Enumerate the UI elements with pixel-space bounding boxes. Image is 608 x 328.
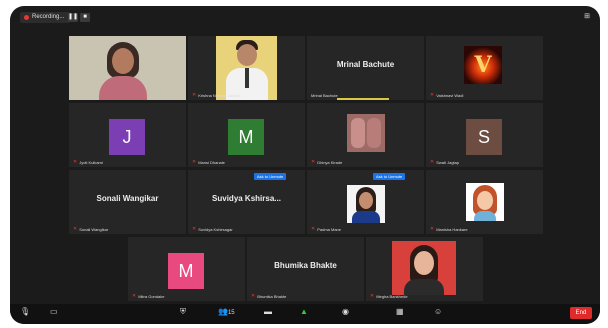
participant-display-name: Mrinal Bachute xyxy=(336,60,395,69)
grid-view-icon[interactable]: ⊞ xyxy=(584,12,590,20)
participant-name: ✕ Megha Bankhede xyxy=(370,293,408,299)
participant-tile[interactable]: ✕ Megha Bankhede xyxy=(366,237,483,301)
participant-name: ✕ Mansi Dhanale xyxy=(192,159,225,165)
participant-avatar xyxy=(466,183,504,221)
participant-avatar xyxy=(392,241,456,295)
participant-initial: S xyxy=(466,119,502,155)
participant-name: ✕ Vaishnavi Wadi xyxy=(430,92,464,98)
participant-avatar xyxy=(347,114,385,152)
breakout-rooms-icon[interactable]: ▦ xyxy=(396,307,404,316)
participant-name: ✕ Sonali Wangikar xyxy=(73,226,109,232)
participant-tile[interactable]: M ✕ Mansi Dhanale xyxy=(188,103,305,167)
participant-tile[interactable]: Bhumika Bhakte ✕ Bhumika Bhakte xyxy=(247,237,364,301)
share-screen-icon[interactable]: ▲ xyxy=(300,307,308,316)
record-icon[interactable]: ◉ xyxy=(342,307,349,316)
participant-tile[interactable]: Ask to Unmute ✕ Padma Mane xyxy=(307,170,424,234)
participant-initial: J xyxy=(109,119,145,155)
participant-display-name: Sonali Wangikar xyxy=(96,194,159,203)
chat-icon[interactable]: ▬ xyxy=(264,307,272,316)
ask-to-unmute-button[interactable]: Ask to Unmute xyxy=(254,173,287,180)
participant-tile[interactable]: V ✕ Vaishnavi Wadi xyxy=(426,36,543,100)
mic-muted-icon: ✕ xyxy=(430,92,435,98)
mic-muted-icon: ✕ xyxy=(370,293,375,299)
participant-video xyxy=(216,36,277,100)
mic-muted-icon: ✕ xyxy=(73,226,78,232)
participant-video xyxy=(69,36,186,100)
participant-name: ✕ Manisha Hankare xyxy=(430,226,468,232)
meeting-toolbar: 🎙 ▭ ⛨ 👥15 ▬ ▲ ◉ ▦ ☺ End xyxy=(10,304,600,324)
participant-tile[interactable]: ✕ Manisha Hankare xyxy=(426,170,543,234)
participant-name: ✕ Bhumika Bhakte xyxy=(251,293,287,299)
mic-muted-icon: ✕ xyxy=(192,92,197,98)
participant-name: ✕ Swati Jagtap xyxy=(430,159,460,165)
mic-muted-icon: ✕ xyxy=(311,226,316,232)
meeting-window: Recording... ❚❚ ■ ⊞ ✕ Krishna Nandan Jadh… xyxy=(10,6,600,324)
participant-initial: M xyxy=(228,119,264,155)
participant-name: ✕ Suvidya Kshirsagar xyxy=(192,226,233,232)
participant-avatar xyxy=(347,185,385,223)
stop-recording-button[interactable]: ■ xyxy=(80,13,90,22)
participant-name: ✕ Mitra Gondake xyxy=(132,293,165,299)
participant-tile[interactable]: Sonali Wangikar ✕ Sonali Wangikar xyxy=(69,170,186,234)
mic-muted-icon: ✕ xyxy=(251,293,256,299)
ask-to-unmute-button[interactable]: Ask to Unmute xyxy=(373,173,406,180)
participant-name: ✕ Krishna Nandan Jadhav xyxy=(192,92,241,98)
mic-muted-icon[interactable]: 🎙 xyxy=(20,307,30,316)
participant-tile[interactable]: ✕ Dhinya Kirade xyxy=(307,103,424,167)
record-dot-icon xyxy=(24,15,29,20)
recording-label: Recording... xyxy=(32,14,65,20)
mic-muted-icon: ✕ xyxy=(192,159,197,165)
top-bar: Recording... ❚❚ ■ ⊞ xyxy=(10,6,600,28)
participant-tile[interactable]: S ✕ Swati Jagtap xyxy=(426,103,543,167)
participant-tile[interactable]: M ✕ Mitra Gondake xyxy=(128,237,245,301)
mic-muted-icon: ✕ xyxy=(430,159,435,165)
participant-tile[interactable]: ✕ Krishna Nandan Jadhav xyxy=(188,36,305,100)
participant-name: Mrinal Bachute xyxy=(311,93,338,98)
participant-tile[interactable]: Mrinal Bachute Mrinal Bachute xyxy=(307,36,424,100)
mic-muted-icon: ✕ xyxy=(430,226,435,232)
pause-recording-button[interactable]: ❚❚ xyxy=(68,13,78,22)
participant-display-name: Suvidya Kshirsa... xyxy=(212,194,281,203)
participant-name: ✕ Jyoti Kulkarni xyxy=(73,159,103,165)
participant-tile[interactable]: J ✕ Jyoti Kulkarni xyxy=(69,103,186,167)
mic-muted-icon: ✕ xyxy=(192,226,197,232)
mic-muted-icon: ✕ xyxy=(132,293,137,299)
participant-name: ✕ Dhinya Kirade xyxy=(311,159,343,165)
participants-icon[interactable]: 👥15 xyxy=(218,307,235,316)
participants-count: 15 xyxy=(227,310,235,316)
reactions-icon[interactable]: ☺ xyxy=(434,307,442,316)
speaking-indicator xyxy=(337,98,389,100)
participant-tile[interactable]: Ask to Unmute Suvidya Kshirsa... ✕ Suvidy… xyxy=(188,170,305,234)
participant-tile[interactable] xyxy=(69,36,186,100)
security-icon[interactable]: ⛨ xyxy=(180,307,186,317)
participant-display-name: Bhumika Bhakte xyxy=(274,261,337,270)
participant-avatar: V xyxy=(464,46,502,84)
mic-muted-icon: ✕ xyxy=(73,159,78,165)
participant-name: ✕ Padma Mane xyxy=(311,226,341,232)
recording-indicator: Recording... xyxy=(20,12,71,23)
end-meeting-button[interactable]: End xyxy=(570,307,592,319)
mic-muted-icon: ✕ xyxy=(311,159,316,165)
video-icon[interactable]: ▭ xyxy=(50,307,58,316)
participant-initial: M xyxy=(168,253,204,289)
